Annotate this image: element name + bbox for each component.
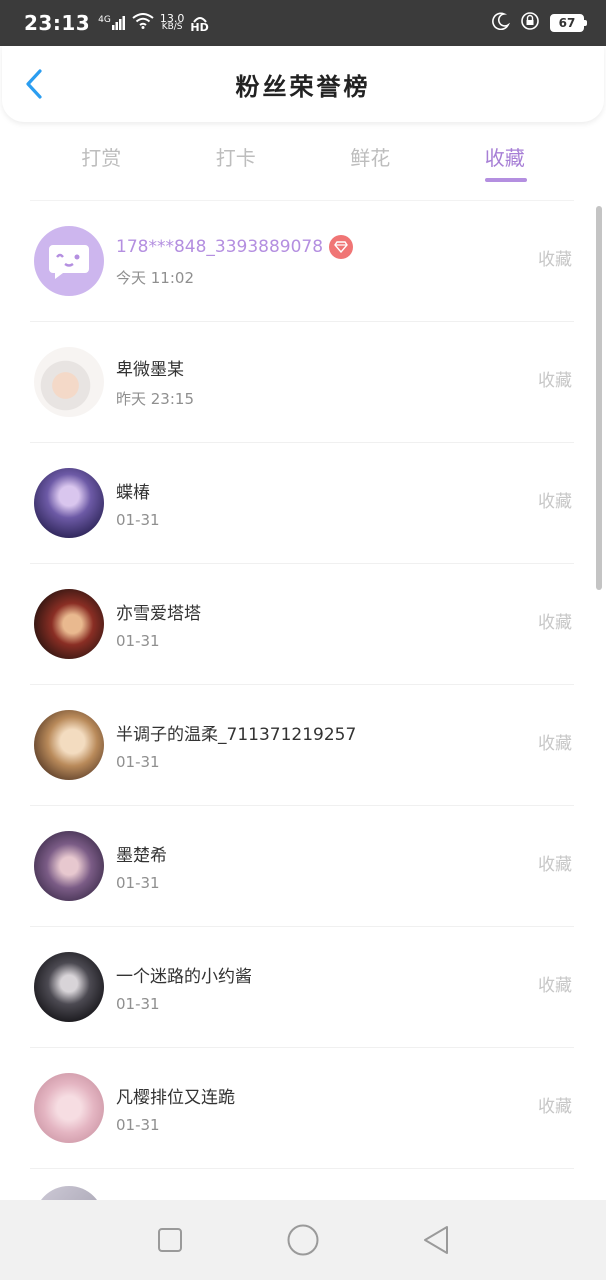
row-action-label: 收藏 [538, 250, 572, 270]
row-text: 半调子的温柔_711371219257 01-31 [116, 720, 574, 771]
header: 粉丝荣誉榜 [2, 46, 604, 122]
status-time: 23:13 [24, 11, 91, 35]
list-item[interactable]: 亦雪爱塔塔 01-31 收藏 [30, 564, 574, 685]
row-time: 01-31 [116, 994, 160, 1013]
home-button[interactable] [283, 1220, 323, 1260]
row-time: 01-31 [116, 510, 160, 529]
row-name: 卑微墨某 [116, 360, 184, 380]
tab-reward[interactable]: 打赏 [51, 122, 151, 186]
row-name-wrap: 178***848_3393889078 [116, 234, 574, 259]
avatar [34, 710, 104, 780]
recent-apps-button[interactable] [150, 1220, 190, 1260]
row-action-label: 收藏 [538, 976, 572, 996]
gem-icon [329, 234, 354, 259]
list-item[interactable]: 178***848_3393889078 今天 11:02 收藏 [30, 201, 574, 322]
avatar [34, 831, 104, 901]
row-action-label: 收藏 [538, 613, 572, 633]
row-action-label: 收藏 [538, 734, 572, 754]
row-text: 一个迷路的小约酱 01-31 [116, 962, 574, 1013]
avatar [34, 952, 104, 1022]
list-item[interactable]: 墨楚希 01-31 收藏 [30, 806, 574, 927]
row-name: 半调子的温柔_711371219257 [116, 724, 357, 745]
row-name: 一个迷路的小约酱 [116, 966, 252, 987]
system-nav-bar [0, 1200, 606, 1280]
row-time: 今天 11:02 [116, 268, 194, 287]
back-nav-button[interactable] [416, 1220, 456, 1260]
tab-flowers[interactable]: 鲜花 [320, 122, 420, 186]
network-speed: 13.0 KB/S [160, 13, 185, 32]
signal-icon: 4G [98, 16, 126, 30]
status-right: 67 [492, 11, 587, 35]
hd-icon: HD [190, 15, 209, 34]
row-name: 178***848_3393889078 [116, 236, 324, 257]
speed-unit: KB/S [161, 22, 183, 32]
avatar [34, 468, 104, 538]
back-button[interactable] [18, 68, 50, 100]
square-icon [158, 1228, 183, 1252]
circle-icon [287, 1224, 319, 1256]
list-item[interactable]: 凡樱排位又连跪 01-31 收藏 [30, 1048, 574, 1169]
row-text: 墨楚希 01-31 [116, 841, 574, 892]
row-name: 凡樱排位又连跪 [116, 1087, 235, 1108]
row-action-label: 收藏 [538, 855, 572, 875]
tab-checkin[interactable]: 打卡 [186, 122, 286, 186]
row-name: 亦雪爱塔塔 [116, 603, 201, 624]
list-item[interactable]: 一个迷路的小约酱 01-31 收藏 [30, 927, 574, 1048]
network-type: 4G [98, 15, 111, 25]
row-name: 蝶椿 [116, 482, 150, 503]
avatar [34, 589, 104, 659]
status-icons: 4G 13.0 KB/S HD [98, 13, 209, 33]
default-avatar-icon [49, 245, 89, 279]
lock-rotation-icon [520, 11, 540, 35]
row-time: 昨天 23:15 [116, 390, 194, 408]
row-time: 01-31 [116, 1115, 160, 1134]
row-text: 凡樱排位又连跪 01-31 [116, 1083, 574, 1134]
row-text: 亦雪爱塔塔 01-31 [116, 599, 574, 650]
row-time: 01-31 [116, 752, 160, 771]
row-name: 墨楚希 [116, 845, 167, 866]
tab-favorites[interactable]: 收藏 [455, 122, 555, 186]
row-text: 蝶椿 01-31 [116, 478, 574, 529]
moon-icon [492, 12, 511, 34]
avatar [34, 347, 104, 417]
chevron-left-icon [26, 69, 42, 99]
avatar [34, 226, 104, 296]
list-item[interactable]: 蝶椿 01-31 收藏 [30, 443, 574, 564]
triangle-back-icon [423, 1226, 448, 1254]
row-action-label: 收藏 [538, 492, 572, 512]
tab-bar: 打赏 打卡 鲜花 收藏 [0, 122, 606, 186]
status-bar: 23:13 4G 13.0 KB/S HD 67 [0, 0, 606, 46]
fan-list: 178***848_3393889078 今天 11:02 收藏 卑微墨某 昨天… [30, 200, 574, 1169]
scrollbar[interactable] [596, 206, 602, 590]
page-title: 粉丝荣誉榜 [235, 72, 371, 101]
list-item[interactable]: 半调子的温柔_711371219257 01-31 收藏 [30, 685, 574, 806]
row-action-label: 收藏 [538, 371, 572, 391]
row-text: 卑微墨某 昨天 23:15 [116, 355, 574, 409]
row-text: 178***848_3393889078 今天 11:02 [116, 234, 574, 288]
avatar [34, 1073, 104, 1143]
row-time: 01-31 [116, 873, 160, 892]
hd-label: HD [190, 20, 209, 34]
list-item-partial [30, 1186, 574, 1200]
list-item[interactable]: 卑微墨某 昨天 23:15 收藏 [30, 322, 574, 443]
row-time: 01-31 [116, 631, 160, 650]
battery-icon: 67 [550, 14, 587, 32]
row-action-label: 收藏 [538, 1097, 572, 1117]
status-left: 23:13 4G 13.0 KB/S HD [24, 11, 209, 35]
avatar [34, 1186, 104, 1200]
wifi-icon [132, 13, 154, 33]
